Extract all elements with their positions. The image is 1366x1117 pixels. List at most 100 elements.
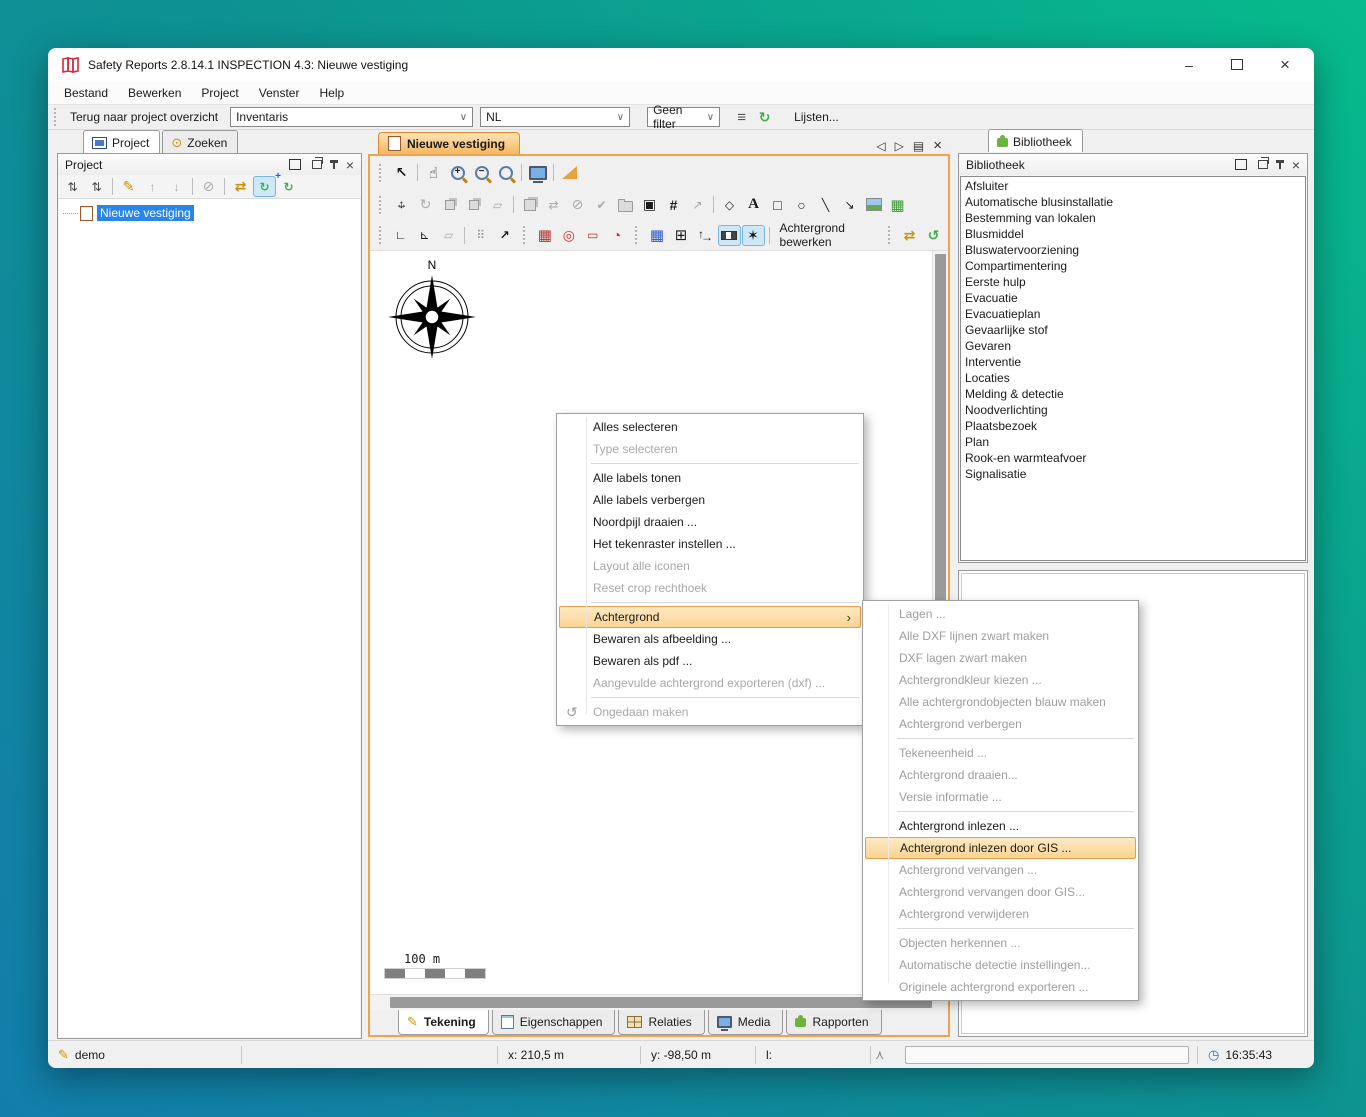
fit-view-icon[interactable]: ⊞: [670, 225, 693, 246]
library-item[interactable]: Noodverlichting: [963, 402, 1305, 418]
tab-nieuwe-vestiging[interactable]: Nieuwe vestiging: [378, 132, 520, 154]
refresh-icon[interactable]: ↻: [753, 107, 776, 128]
dot-grid-icon[interactable]: ⠿: [469, 225, 492, 246]
pan-tool-icon[interactable]: ☝: [422, 162, 445, 183]
menu-bar-item[interactable]: Venster: [249, 84, 310, 102]
context-menu-item[interactable]: Bewaren als afbeelding ...: [559, 628, 861, 650]
sort-tree-icon[interactable]: ⇅: [61, 176, 84, 197]
tab-zoeken[interactable]: ⊙ Zoeken: [162, 130, 238, 153]
minimize-button[interactable]: –: [1182, 58, 1196, 72]
library-item[interactable]: Eerste hulp: [963, 274, 1305, 290]
context-menu-item[interactable]: Alles selecteren: [559, 416, 861, 438]
tab-rapporten[interactable]: Rapporten: [786, 1010, 881, 1035]
float-panel-icon[interactable]: [1258, 160, 1268, 169]
tab-bibliotheek[interactable]: Bibliotheek: [988, 129, 1083, 152]
tab-list-icon[interactable]: ▤: [913, 139, 924, 153]
library-item[interactable]: Rook-en warmteafvoer: [963, 450, 1305, 466]
submenu-item[interactable]: Achtergrond inlezen ...: [865, 815, 1136, 837]
donut-icon[interactable]: ◎: [557, 225, 580, 246]
sort-alpha-icon[interactable]: ⇅: [85, 176, 108, 197]
snap-points-icon[interactable]: ⊾: [413, 225, 436, 246]
select-tool-icon[interactable]: ↖: [390, 162, 413, 183]
pointer-arrow-icon[interactable]: ↗: [493, 225, 516, 246]
maximize-panel-icon[interactable]: [1235, 159, 1247, 170]
submenu-item[interactable]: Achtergrond inlezen door GIS ...: [865, 837, 1136, 859]
crop-icon[interactable]: #: [662, 194, 685, 215]
set-square-icon[interactable]: [558, 162, 581, 183]
tab-project[interactable]: Project: [83, 130, 160, 153]
pin-icon[interactable]: [1279, 160, 1281, 169]
rename-icon[interactable]: ✎: [117, 176, 140, 197]
tab-tekening[interactable]: ✎ Tekening: [398, 1010, 489, 1035]
screen-icon[interactable]: [526, 162, 549, 183]
swap-icon[interactable]: ⇄: [229, 176, 252, 197]
line-tool-icon[interactable]: ╲: [814, 194, 837, 215]
back-to-overview-button[interactable]: Terug naar project overzicht: [64, 110, 224, 124]
tree-item-nieuwe-vestiging[interactable]: Nieuwe vestiging: [59, 204, 360, 222]
menu-bar-item[interactable]: Bestand: [54, 84, 118, 102]
library-item[interactable]: Automatische blusinstallatie: [963, 194, 1305, 210]
maximize-panel-icon[interactable]: [289, 159, 301, 170]
library-item[interactable]: Interventie: [963, 354, 1305, 370]
menu-bar-item[interactable]: Project: [191, 84, 248, 102]
context-menu-item[interactable]: Alle labels verbergen: [559, 489, 861, 511]
ellipse-tool-icon[interactable]: ○: [790, 194, 813, 215]
library-item[interactable]: Bestemming van lokalen: [963, 210, 1305, 226]
zoom-in-icon[interactable]: +: [446, 162, 469, 183]
library-item[interactable]: Locaties: [963, 370, 1305, 386]
library-item[interactable]: Blusmiddel: [963, 226, 1305, 242]
move-tool-icon[interactable]: [390, 194, 413, 215]
close-button[interactable]: ×: [1278, 58, 1292, 72]
snap-angle-icon[interactable]: ∟: [389, 225, 412, 246]
toolbar-grip[interactable]: [54, 108, 59, 126]
tab-close-icon[interactable]: ×: [933, 137, 942, 154]
zoom-window-icon[interactable]: [494, 162, 517, 183]
close-panel-icon[interactable]: ×: [346, 157, 354, 173]
language-select[interactable]: NL ∨: [480, 107, 630, 127]
menu-bar-item[interactable]: Bewerken: [118, 84, 191, 102]
reload-background-icon[interactable]: ↺: [922, 225, 945, 246]
library-item[interactable]: Gevaren: [963, 338, 1305, 354]
library-item[interactable]: Bluswatervoorziening: [963, 242, 1305, 258]
refresh-add-icon[interactable]: ↻+: [253, 176, 276, 197]
tab-relaties[interactable]: Relaties: [618, 1010, 704, 1035]
library-item[interactable]: Plan: [963, 434, 1305, 450]
library-item[interactable]: Evacuatieplan: [963, 306, 1305, 322]
context-menu-item[interactable]: Alle labels tonen: [559, 467, 861, 489]
swap-background-icon[interactable]: ⇄: [898, 225, 921, 246]
compass-config-icon[interactable]: ◔: [605, 225, 628, 246]
library-item[interactable]: Afsluiter: [963, 178, 1305, 194]
tab-media[interactable]: Media: [708, 1010, 784, 1035]
context-menu-item[interactable]: Het tekenraster instellen ...: [559, 533, 861, 555]
library-item[interactable]: Melding & detectie: [963, 386, 1305, 402]
grid-blue-icon[interactable]: ▦: [646, 225, 669, 246]
close-panel-icon[interactable]: ×: [1292, 157, 1300, 173]
library-item[interactable]: Signalisatie: [963, 466, 1305, 482]
selection-frame-icon[interactable]: ▣: [638, 194, 661, 215]
pin-icon[interactable]: [333, 160, 335, 169]
library-item[interactable]: Plaatsbezoek: [963, 418, 1305, 434]
tab-eigenschappen[interactable]: Eigenschappen: [492, 1010, 616, 1035]
context-menu-item[interactable]: Achtergrond ›: [559, 606, 861, 628]
context-menu-item[interactable]: Noordpijl draaien ...: [559, 511, 861, 533]
float-panel-icon[interactable]: [312, 160, 322, 169]
axis-icon[interactable]: [694, 225, 717, 246]
grid-red-icon[interactable]: ▦: [533, 225, 556, 246]
context-menu-item[interactable]: Bewaren als pdf ...: [559, 650, 861, 672]
filter-select[interactable]: Geen filter ∨: [647, 107, 720, 127]
inventory-select[interactable]: Inventaris ∨: [230, 107, 473, 127]
library-item[interactable]: Compartimentering: [963, 258, 1305, 274]
filter-settings-icon[interactable]: ≡: [730, 107, 753, 128]
lists-button[interactable]: Lijsten...: [788, 110, 845, 124]
arrow-line-tool-icon[interactable]: ↘: [838, 194, 861, 215]
zoom-out-icon[interactable]: −: [470, 162, 493, 183]
grid-tool-icon[interactable]: ▦: [886, 194, 909, 215]
tab-scroll-right-icon[interactable]: ▷: [895, 139, 904, 153]
image-tool-icon[interactable]: [862, 194, 885, 215]
north-star-toggle-icon[interactable]: ✶: [742, 225, 765, 246]
horizontal-scrollbar-thumb[interactable]: [390, 997, 932, 1008]
library-item[interactable]: Evacuatie: [963, 290, 1305, 306]
scale-bar-toggle-icon[interactable]: [718, 225, 741, 246]
rectangle-tool-icon[interactable]: □: [766, 194, 789, 215]
draw-polygon-icon[interactable]: ◇: [718, 194, 741, 215]
